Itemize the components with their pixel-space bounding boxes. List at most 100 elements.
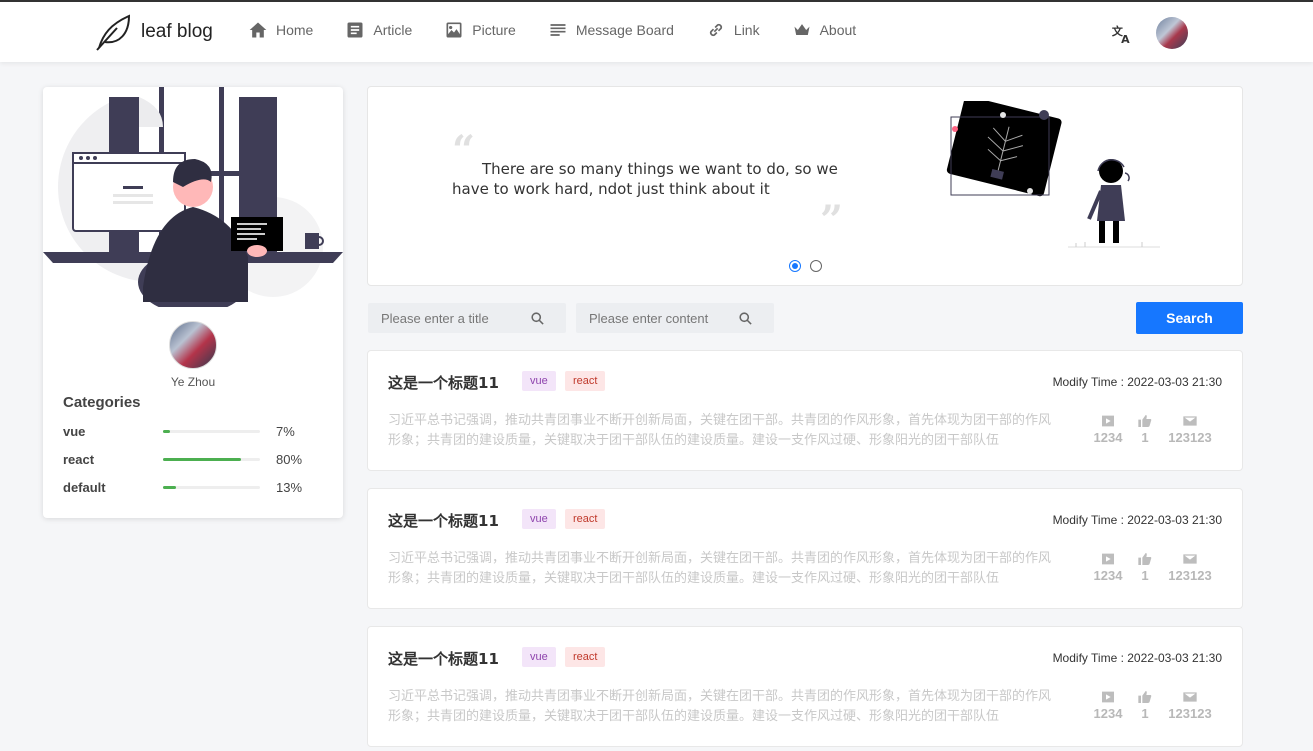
article-icon [347,22,363,38]
category-percent: 80% [276,451,303,467]
play-icon [1102,415,1114,427]
profile-avatar[interactable] [169,321,217,369]
search-button[interactable]: Search [1136,302,1243,334]
thumbs-up-icon [1138,553,1152,565]
user-avatar[interactable] [1156,17,1188,49]
article-title[interactable]: 这是一个标题11 [388,510,499,531]
nav-item-message-board[interactable]: Message Board [548,20,674,40]
category-progress-fill [163,429,170,433]
logo-text: leaf blog [141,21,213,42]
tag-react[interactable]: react [565,647,606,667]
home-icon [249,22,267,38]
top-navbar: leaf blog Home Article Picture Message B… [0,0,1313,62]
category-row-react[interactable]: react 80% [63,450,323,468]
article-title[interactable]: 这是一个标题11 [388,648,499,669]
article-card[interactable]: 这是一个标题11 vue react Modify Time : 2022-03… [367,626,1243,747]
comments-stat: 123123 [1164,689,1216,721]
likes-count: 1 [1141,568,1149,583]
profile-name: Ye Zhou [170,375,216,389]
tag-react[interactable]: react [565,509,606,529]
category-name: react [63,451,95,467]
thumbs-up-icon [1138,691,1152,703]
crown-icon [794,24,810,35]
tag-react[interactable]: react [565,371,606,391]
article-description: 习近平总书记强调，推动共青团事业不断开创新局面，关键在团干部。共青团的作风形象，… [388,551,1052,586]
search-icon[interactable] [530,311,545,326]
workspace-illustration [43,87,343,307]
nav-label: Home [276,22,314,38]
views-stat: 1234 [1090,551,1126,583]
nav-item-about[interactable]: About [792,20,857,40]
categories-title: Categories [63,394,141,411]
modify-time: Modify Time : 2022-03-03 21:30 [1052,375,1222,389]
category-percent: 7% [276,423,295,439]
profile-card: Ye Zhou Categories vue 7% react 80% defa… [43,87,343,518]
play-icon [1102,553,1114,565]
tag-vue[interactable]: vue [522,647,556,667]
likes-count: 1 [1141,430,1149,445]
category-percent: 13% [276,479,303,495]
mail-icon [1183,416,1197,426]
main-nav: Home Article Picture Message Board Link … [248,20,888,40]
mail-icon [1183,692,1197,702]
nav-label: Message Board [575,22,674,38]
nav-label: Link [733,22,760,38]
message-board-icon [550,24,566,36]
nav-item-home[interactable]: Home [248,20,313,40]
nav-item-picture[interactable]: Picture [444,20,516,40]
nav-item-link[interactable]: Link [706,20,760,40]
content-search-input[interactable] [576,310,736,326]
category-row-vue[interactable]: vue 7% [63,422,323,440]
category-row-default[interactable]: default 13% [63,478,323,496]
carousel-dots [789,260,831,272]
carousel-dot-1[interactable] [789,260,801,272]
article-card[interactable]: 这是一个标题11 vue react Modify Time : 2022-03… [367,350,1243,471]
category-progress-bar [163,485,260,489]
title-search-box [368,303,566,333]
translate-icon[interactable]: 文 A [1111,23,1133,45]
tag-vue[interactable]: vue [522,509,556,529]
link-icon [709,23,722,37]
thinking-person-illustration [946,101,1160,248]
category-progress-fill [163,457,241,461]
content-search-box [576,303,774,333]
likes-stat: 1 [1136,413,1154,445]
category-progress-fill [163,485,176,489]
comments-count: 123123 [1168,430,1212,445]
modify-time: Modify Time : 2022-03-03 21:30 [1052,513,1222,527]
logo[interactable]: leaf blog [95,12,213,52]
nav-label: About [819,22,857,38]
modify-time: Modify Time : 2022-03-03 21:30 [1052,651,1222,665]
tag-vue[interactable]: vue [522,371,556,391]
likes-count: 1 [1141,706,1149,721]
nav-label: Picture [472,22,516,38]
article-description: 习近平总书记强调，推动共青团事业不断开创新局面，关键在团干部。共青团的作风形象，… [388,413,1052,448]
carousel-dot-2[interactable] [810,260,822,272]
article-card[interactable]: 这是一个标题11 vue react Modify Time : 2022-03… [367,488,1243,609]
thumbs-up-icon [1138,415,1152,427]
nav-item-article[interactable]: Article [345,20,412,40]
likes-stat: 1 [1136,689,1154,721]
search-icon[interactable] [738,311,753,326]
quote-close-icon: ” [820,197,844,244]
category-name: default [63,479,106,495]
article-title[interactable]: 这是一个标题11 [388,372,499,393]
likes-stat: 1 [1136,551,1154,583]
quote-carousel: “ There are so many things we want to do… [367,86,1243,286]
category-name: vue [63,423,86,439]
views-stat: 1234 [1090,413,1126,445]
svg-text:A: A [1121,33,1130,45]
views-stat: 1234 [1090,689,1126,721]
category-progress-bar [163,429,260,433]
views-count: 1234 [1093,568,1123,583]
views-count: 1234 [1093,706,1123,721]
comments-count: 123123 [1168,706,1212,721]
comments-count: 123123 [1168,568,1212,583]
article-description: 习近平总书记强调，推动共青团事业不断开创新局面，关键在团干部。共青团的作风形象，… [388,689,1052,724]
title-search-input[interactable] [368,310,528,326]
views-count: 1234 [1093,430,1123,445]
picture-icon [446,22,462,38]
comments-stat: 123123 [1164,413,1216,445]
category-progress-bar [163,457,260,461]
mail-icon [1183,554,1197,564]
